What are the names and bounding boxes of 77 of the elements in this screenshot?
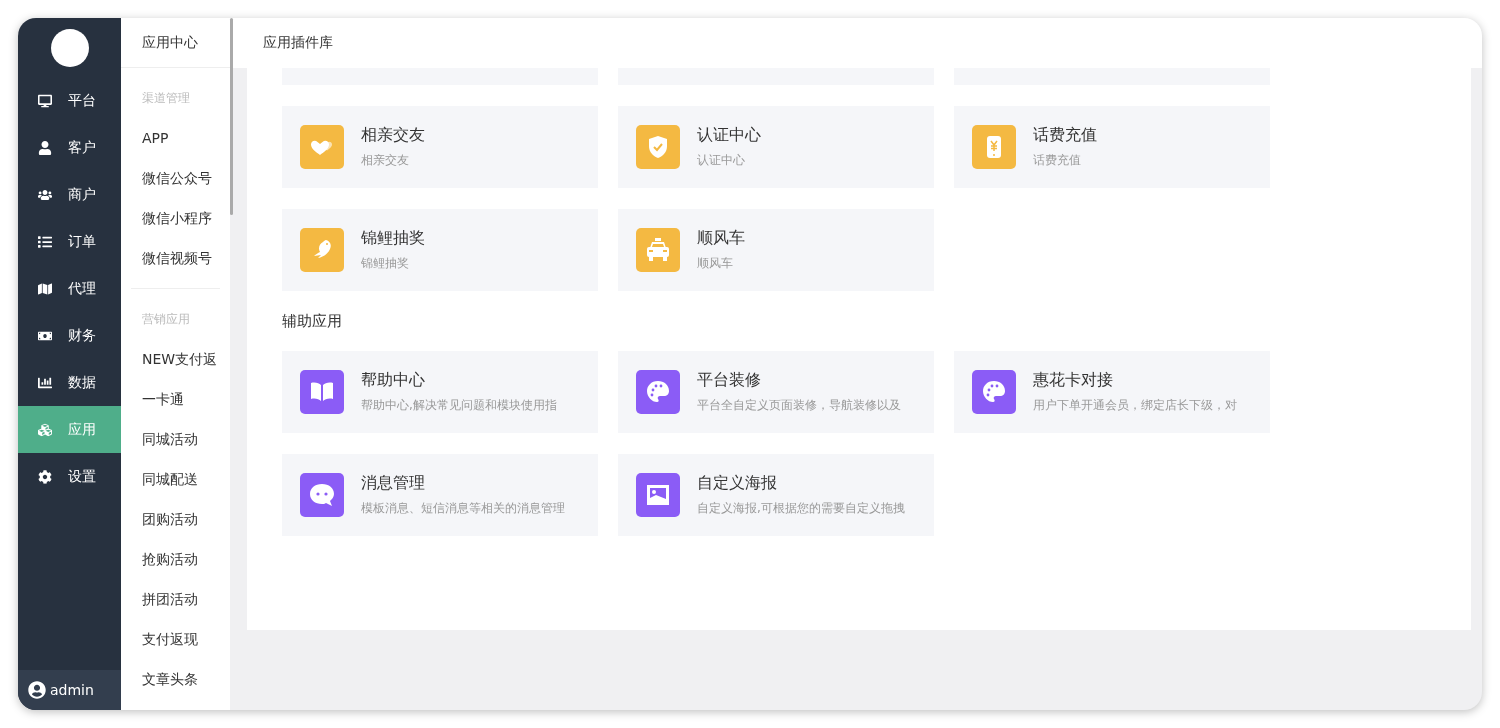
nav-item[interactable]: 商户 — [18, 171, 121, 218]
nav-label: 平台 — [68, 91, 96, 110]
app-title: 惠花卡对接 — [1033, 370, 1114, 391]
app-title: 顺风车 — [697, 228, 745, 249]
app-title: 认证中心 — [697, 125, 761, 146]
app-title: 相亲交友 — [361, 125, 425, 146]
nav-label: 财务 — [68, 326, 96, 345]
scrollbar-thumb[interactable] — [230, 18, 233, 215]
app-card[interactable]: 平台装修 平台全自定义页面装修，导航装修以及 — [618, 351, 934, 433]
app-description: 模板消息、短信消息等相关的消息管理 — [361, 500, 565, 517]
nav-label: 商户 — [68, 185, 96, 204]
map-icon — [38, 281, 52, 296]
user-name: admin — [50, 682, 94, 698]
submenu-item[interactable]: 抢购活动 — [121, 539, 230, 579]
settings-icon — [38, 469, 52, 484]
app-title: 帮助中心 — [361, 370, 426, 391]
app-card[interactable]: 消息管理 模板消息、短信消息等相关的消息管理 — [282, 454, 598, 536]
cubes-icon — [38, 422, 52, 437]
people-icon — [38, 187, 52, 202]
page-tab[interactable]: 应用插件库 — [263, 34, 333, 52]
app-title: 平台装修 — [697, 370, 762, 391]
app-description: 平台全自定义页面装修，导航装修以及 — [697, 397, 901, 414]
person-icon — [38, 140, 52, 155]
submenu-item[interactable]: NEW支付返 — [121, 339, 230, 379]
submenu-item[interactable]: 文章头条 — [121, 659, 230, 699]
nav-item[interactable]: 财务 — [18, 312, 121, 359]
submenu-item[interactable]: 团购活动 — [121, 499, 230, 539]
logo-circle — [50, 29, 89, 67]
app-title: 自定义海报 — [697, 473, 778, 494]
app-description: 帮助中心,解决常见问题和模块使用指 — [361, 397, 557, 414]
app-card[interactable]: 锦鲤抽奖 锦鲤抽奖 — [282, 209, 598, 291]
submenu-item[interactable]: 微信视频号 — [121, 238, 230, 278]
submenu-item[interactable]: 同城配送 — [121, 459, 230, 499]
monitor-icon — [38, 93, 52, 108]
nav-item[interactable]: 平台 — [18, 77, 121, 124]
submenu-item[interactable]: 拼团活动 — [121, 579, 230, 619]
app-card[interactable]: 帮助中心 帮助中心,解决常见问题和模块使用指 — [282, 351, 598, 433]
app-description: 话费充值 — [1033, 152, 1082, 169]
app-description: 锦鲤抽奖 — [361, 255, 410, 272]
nav-label: 客户 — [68, 138, 96, 157]
app-description: 顺风车 — [697, 255, 734, 272]
submenu-heading: 渠道管理 — [141, 90, 191, 107]
app-description: 认证中心 — [697, 152, 746, 169]
submenu-item[interactable]: 同城活动 — [121, 419, 230, 459]
app-title: 消息管理 — [361, 473, 426, 494]
user-avatar-icon — [28, 681, 46, 699]
submenu-item[interactable]: 支付返现 — [121, 619, 230, 659]
app-description: 用户下单开通会员，绑定店长下级，对 — [1033, 397, 1237, 414]
app-card[interactable]: 话费充值 话费充值 — [954, 106, 1270, 188]
user-bar[interactable]: admin — [18, 670, 121, 710]
app-description: 相亲交友 — [361, 152, 410, 169]
app-title: 话费充值 — [1033, 125, 1097, 146]
app-card[interactable]: 相亲交友 相亲交友 — [282, 106, 598, 188]
submenu-item[interactable]: APP — [121, 118, 230, 158]
app-card[interactable]: 顺风车 顺风车 — [618, 209, 934, 291]
nav-item[interactable]: 客户 — [18, 124, 121, 171]
app-title: 锦鲤抽奖 — [361, 228, 425, 249]
submenu-item[interactable]: 一卡通 — [121, 379, 230, 419]
nav-label: 代理 — [68, 279, 96, 298]
app-card[interactable]: 惠花卡对接 用户下单开通会员，绑定店长下级，对 — [954, 351, 1270, 433]
app-card[interactable]: 认证中心 认证中心 — [618, 106, 934, 188]
nav-label: 订单 — [68, 232, 96, 251]
nav-item[interactable]: 订单 — [18, 218, 121, 265]
submenu-heading: 营销应用 — [141, 311, 191, 328]
list-icon — [38, 234, 52, 249]
bar-chart-icon — [38, 375, 52, 390]
nav-item[interactable]: 代理 — [18, 265, 121, 312]
nav-label: 应用 — [68, 420, 96, 439]
app-card[interactable]: 自定义海报 自定义海报,可根据您的需要自定义拖拽 — [618, 454, 934, 536]
nav-item[interactable]: 数据 — [18, 359, 121, 406]
app-description: 自定义海报,可根据您的需要自定义拖拽 — [697, 500, 905, 517]
nav-item[interactable]: 设置 — [18, 453, 121, 500]
submenu-item[interactable]: 微信小程序 — [121, 198, 230, 238]
nav-label: 数据 — [68, 373, 96, 392]
nav-label: 设置 — [68, 467, 96, 486]
submenu-item[interactable]: 微信公众号 — [121, 158, 230, 198]
section-title: 辅助应用 — [282, 312, 343, 331]
